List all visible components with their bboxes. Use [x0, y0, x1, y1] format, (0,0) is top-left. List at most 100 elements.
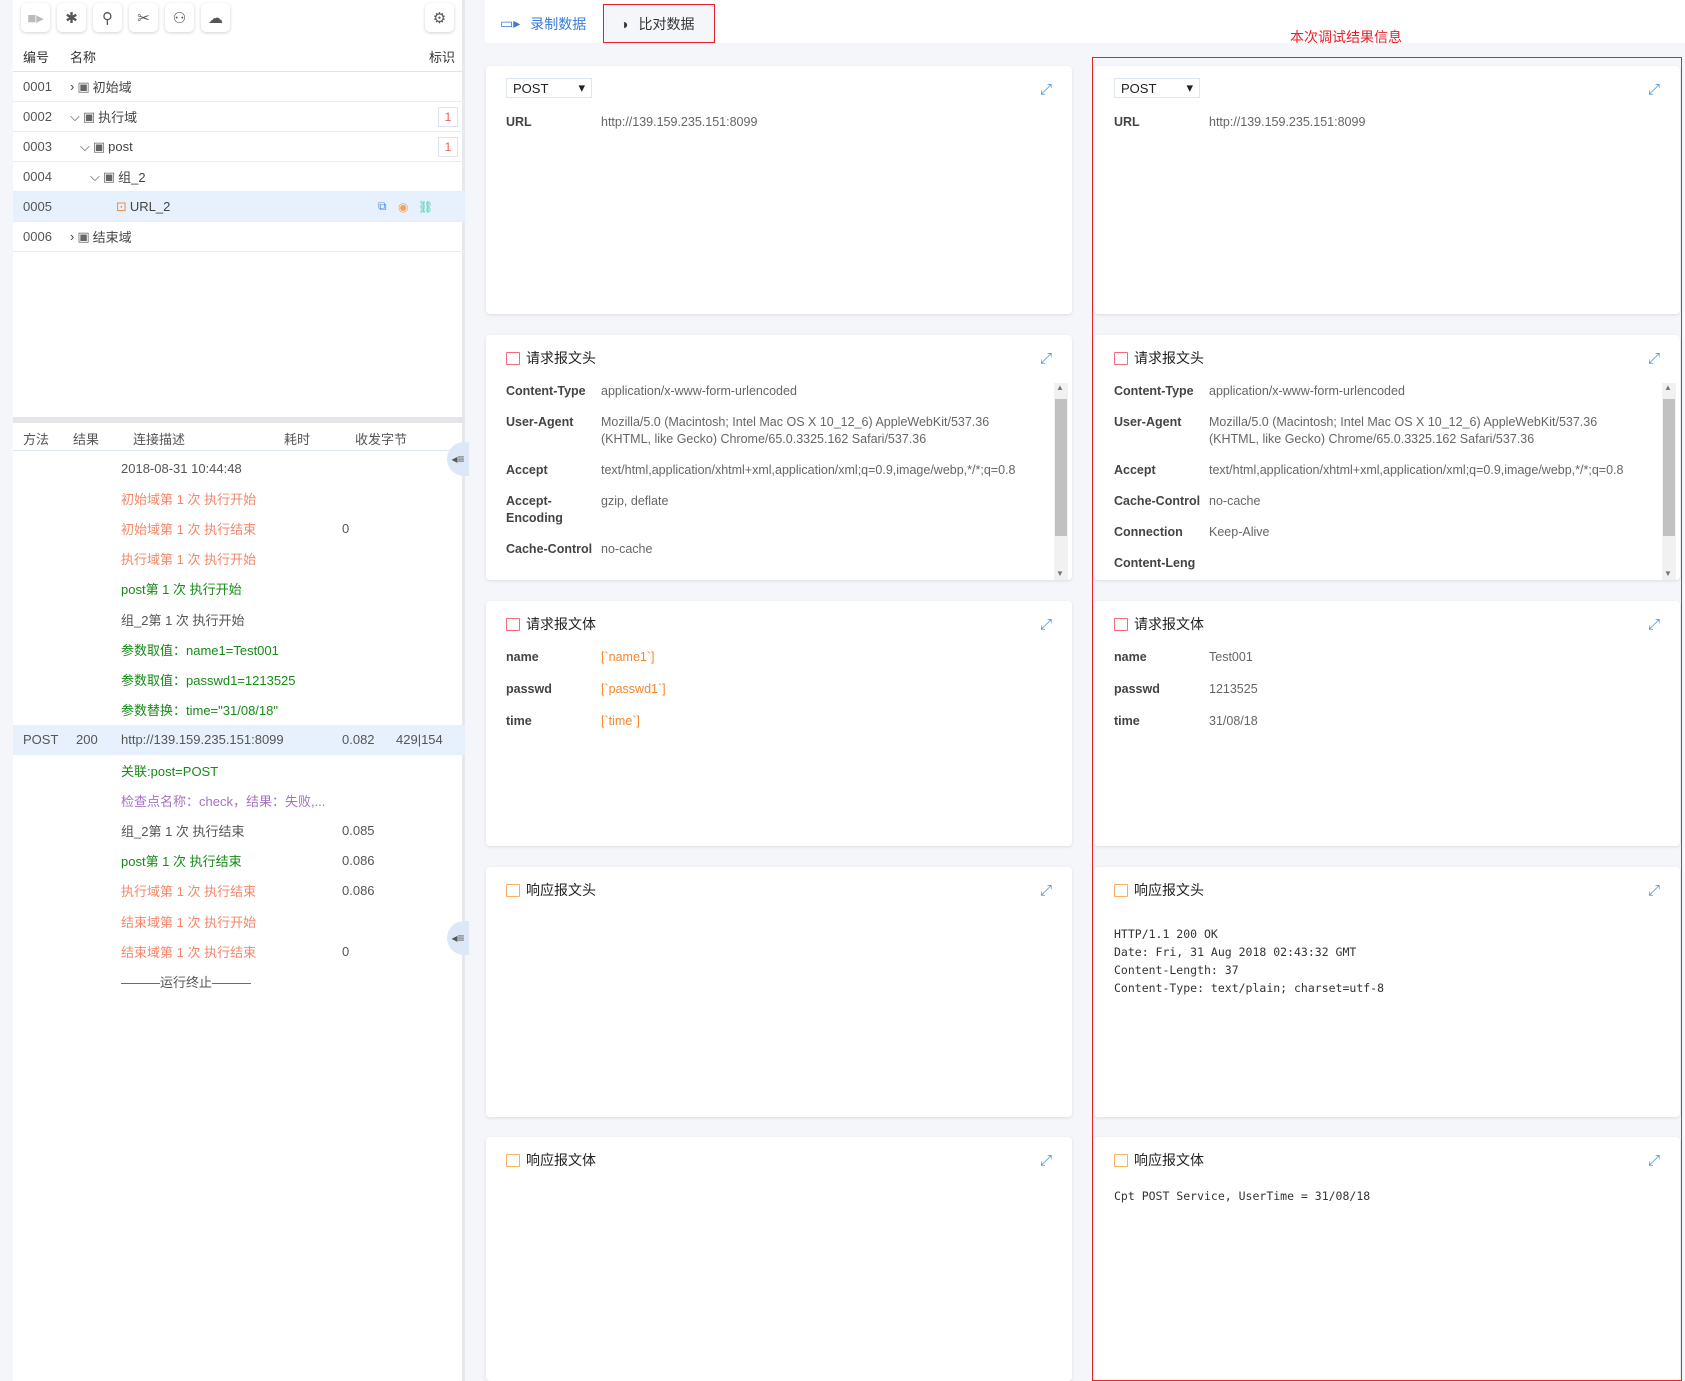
log-row[interactable]: 初始域第 1 次 执行结束 0 — [13, 513, 465, 543]
settings-button[interactable]: ⚙ — [425, 3, 454, 32]
chevron-down-icon[interactable]: ⌵ — [90, 169, 100, 185]
log-row[interactable]: 2018-08-31 10:44:48 — [13, 453, 465, 483]
copy-icon[interactable]: ⧉ — [378, 199, 387, 214]
row-name-cell: ⌵ ▣ post — [80, 139, 133, 155]
panel-splitter[interactable] — [13, 417, 465, 423]
gear-icon: ⚙ — [432, 9, 447, 27]
log-row[interactable]: post第 1 次 执行结束 0.086 — [13, 846, 465, 876]
expand-icon[interactable]: ⤢ — [1648, 616, 1660, 633]
log-row[interactable]: 初始域第 1 次 执行开始 — [13, 483, 465, 513]
log-row[interactable]: 组_2第 1 次 执行开始 — [13, 604, 465, 634]
log-row[interactable]: 参数取值：passwd1=1213525 — [13, 664, 465, 694]
eye-icon[interactable]: ◉ — [398, 200, 408, 214]
kv-key: time — [1114, 714, 1140, 728]
scroll-down-icon[interactable]: ▼ — [1056, 569, 1064, 578]
log-row[interactable]: 组_2第 1 次 执行结束 0.085 — [13, 815, 465, 845]
step-tree: 0001 › ▣ 初始域 0002 ⌵ ▣ 执行域 1 0003 ⌵ ▣ post 1 0004 ⌵ ▣ 组_2 0… — [13, 72, 465, 262]
compare-icon: ◑ — [620, 15, 629, 32]
expand-icon[interactable]: ⤢ — [1040, 616, 1052, 633]
chevron-down-icon[interactable]: ⌵ — [80, 139, 90, 155]
tools-button[interactable]: ✂ — [129, 3, 158, 32]
kv-row: name [`name1`] — [506, 649, 1042, 666]
expand-icon[interactable]: ⤢ — [1648, 81, 1660, 98]
log-desc: 参数替换：time="31/08/18" — [121, 703, 278, 719]
expand-icon[interactable]: ⤢ — [1040, 882, 1052, 899]
expand-icon[interactable]: ⤢ — [1040, 350, 1052, 367]
recorded-response-body-card: ⤢ 响应报文体 — [486, 1137, 1072, 1381]
log-row[interactable]: 参数取值：name1=Test001 — [13, 634, 465, 664]
column-desc-header: 连接描述 — [133, 432, 186, 447]
tree-row[interactable]: 0003 ⌵ ▣ post 1 — [13, 132, 465, 162]
tree-row[interactable]: 0001 › ▣ 初始域 — [13, 72, 465, 102]
tab-recorded-data[interactable]: ▭▸ 录制数据 — [500, 4, 586, 43]
cloud-settings-button[interactable]: ☁ — [201, 3, 230, 32]
kv-row: URL http://139.159.235.151:8099 — [506, 114, 1042, 131]
kv-row: passwd 1213525 — [1114, 681, 1650, 698]
hierarchy-button[interactable]: ⚇ — [165, 3, 194, 32]
scroll-up-icon[interactable]: ▲ — [1664, 383, 1672, 392]
request-icon: ▣ — [92, 138, 106, 154]
scroll-thumb[interactable] — [1055, 399, 1067, 536]
method-select[interactable]: POST ▾ — [1114, 78, 1200, 98]
kv-row: Accept text/html,application/xhtml+xml,ap… — [506, 462, 1042, 479]
log-row[interactable]: ———运行终止——— — [13, 966, 465, 996]
video-camera-icon: ■▸ — [27, 9, 44, 27]
log-row[interactable]: 结束域第 1 次 执行结束 0 — [13, 936, 465, 966]
row-id: 0006 — [23, 229, 52, 244]
kv-value: Mozilla/5.0 (Macintosh; Intel Mac OS X 1… — [601, 415, 990, 446]
tab-compare-data[interactable]: ◑ 比对数据 — [603, 4, 715, 43]
log-desc: 参数取值：name1=Test001 — [121, 642, 279, 658]
kv-row: name Test001 — [1114, 649, 1650, 666]
chevron-right-icon[interactable]: › — [70, 79, 74, 94]
tab-label: 比对数据 — [638, 15, 695, 32]
kv-key: passwd — [1114, 682, 1160, 696]
tree-row[interactable]: 0002 ⌵ ▣ 执行域 1 — [13, 102, 465, 132]
log-row[interactable]: post第 1 次 执行开始 — [13, 574, 465, 604]
url-value: http://139.159.235.151:8099 — [1209, 115, 1366, 129]
tree-row[interactable]: 0006 › ▣ 结束域 — [13, 222, 465, 252]
log-row[interactable]: 关联:post=POST — [13, 755, 465, 785]
link-icon[interactable]: ⛓ — [418, 200, 433, 214]
scroll-down-icon[interactable]: ▼ — [1664, 569, 1672, 578]
log-row[interactable]: 执行域第 1 次 执行开始 — [13, 544, 465, 574]
document-icon — [506, 883, 520, 897]
log-row[interactable]: 检查点名称：check，结果：失败,... — [13, 785, 465, 815]
kv-row: Content-Type application/x-www-form-urlen… — [1114, 383, 1650, 400]
tree-row[interactable]: 0005 ⊡ URL_2 ⧉ ◉ ⛓ — [13, 192, 465, 222]
kv-row: User-Agent Mozilla/5.0 (Macintosh; Intel … — [506, 414, 1042, 448]
document-icon — [506, 351, 520, 365]
log-desc: 关联:post=POST — [121, 763, 219, 779]
kv-value: [`passwd1`] — [601, 682, 666, 696]
record-button[interactable]: ■▸ — [21, 3, 50, 32]
scrollbar[interactable]: ▲ ▼ — [1054, 383, 1068, 580]
log-row[interactable]: 结束域第 1 次 执行开始 — [13, 906, 465, 936]
expand-icon[interactable]: ⤢ — [1040, 81, 1052, 98]
chevron-down-icon[interactable]: ⌵ — [70, 109, 80, 125]
row-name: URL_2 — [129, 199, 171, 214]
log-row[interactable]: 执行域第 1 次 执行结束 0.086 — [13, 876, 465, 906]
expand-icon[interactable]: ⤢ — [1648, 1152, 1660, 1169]
scrollbar[interactable]: ▲ ▼ — [1662, 383, 1676, 580]
kv-value: 31/08/18 — [1209, 714, 1258, 728]
log-desc: 执行域第 1 次 执行结束 — [121, 884, 257, 900]
divider — [13, 450, 465, 451]
log-row[interactable]: POST 200 http://139.159.235.151:8099 0.082 4… — [13, 724, 465, 755]
kv-value: 1213525 — [1209, 682, 1258, 696]
log-desc: 结束域第 1 次 执行开始 — [121, 914, 257, 930]
scroll-up-icon[interactable]: ▲ — [1056, 383, 1064, 392]
tree-row[interactable]: 0004 ⌵ ▣ 组_2 — [13, 162, 465, 192]
checkpoint-button[interactable]: ⚲ — [93, 3, 122, 32]
log-row[interactable]: 参数替换：time="31/08/18" — [13, 695, 465, 725]
expand-icon[interactable]: ⤢ — [1648, 350, 1660, 367]
expand-icon[interactable]: ⤢ — [1040, 1152, 1052, 1169]
log-method: POST — [23, 732, 59, 748]
debug-request-header-card: ⤢ 请求报文头 Content-Type application/x-www-form… — [1094, 335, 1680, 580]
run-log: 2018-08-31 10:44:48 初始域第 1 次 执行开始 初始域第 1 次… — [13, 453, 465, 1013]
kv-key: name — [1114, 650, 1147, 664]
method-select[interactable]: POST ▾ — [506, 78, 592, 98]
expand-icon[interactable]: ⤢ — [1648, 882, 1660, 899]
debug-button[interactable]: ✱ — [57, 3, 86, 32]
scroll-thumb[interactable] — [1663, 399, 1675, 536]
chevron-right-icon[interactable]: › — [70, 229, 74, 244]
log-desc: post第 1 次 执行开始 — [121, 582, 242, 598]
